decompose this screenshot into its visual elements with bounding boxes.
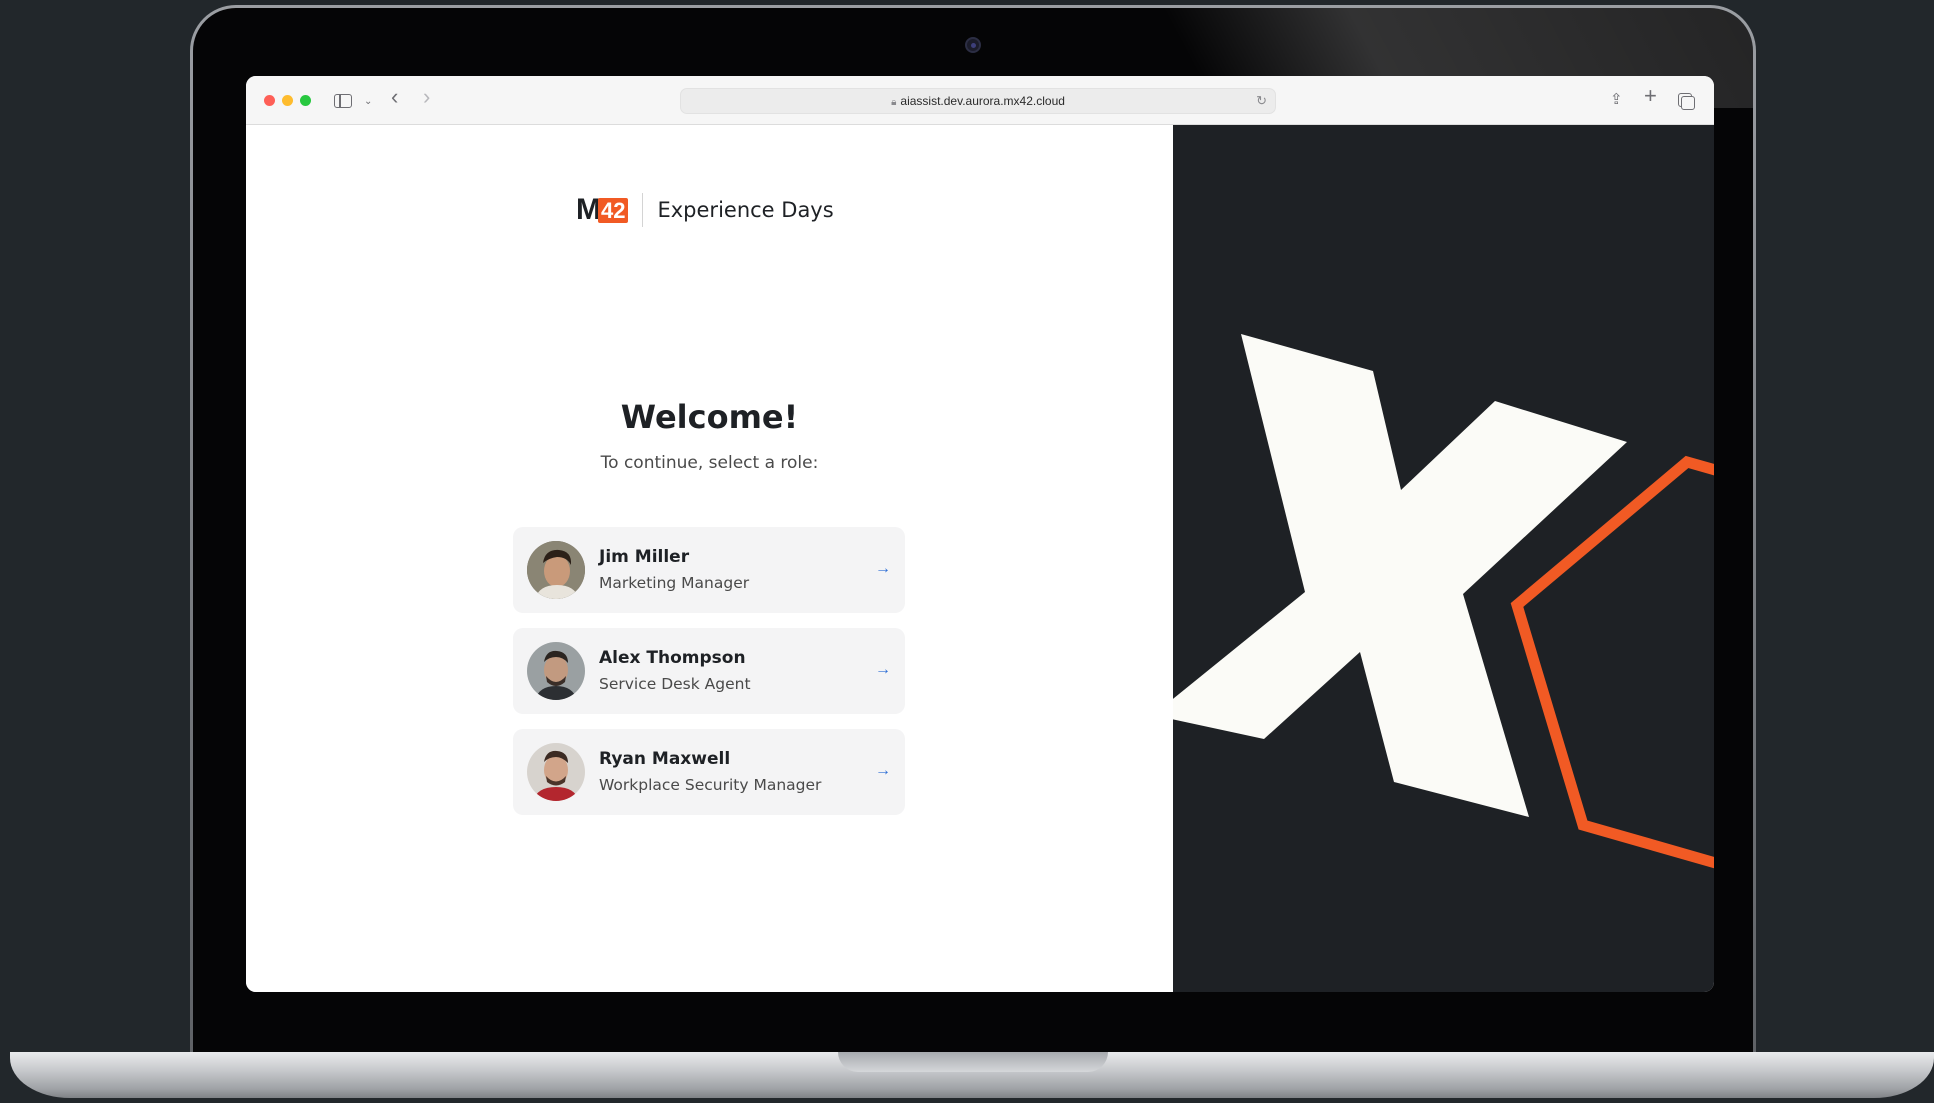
arrow-right-icon: → <box>875 661 891 678</box>
screen-bezel: ⌄ ‹ › 🔒︎ aiassist.dev.aurora.mx42.cloud ↻… <box>193 8 1753 1055</box>
url-text: aiassist.dev.aurora.mx42.cloud <box>900 94 1065 108</box>
welcome-heading: Welcome! <box>620 398 799 436</box>
tab-overview-icon[interactable] <box>1678 93 1695 110</box>
role-card-jim-miller[interactable]: Jim Miller Marketing Manager → <box>513 527 905 613</box>
login-pane: M 42 Experience Days Welcome! To continu… <box>246 125 1173 992</box>
brand-graphic-pane <box>1173 125 1714 992</box>
role-name: Jim Miller <box>599 547 690 567</box>
laptop-opening-notch <box>838 1052 1108 1072</box>
back-button[interactable]: ‹ <box>391 86 398 108</box>
brand-title: Experience Days <box>657 198 834 222</box>
avatar <box>527 541 585 599</box>
welcome-subtitle: To continue, select a role: <box>600 453 819 473</box>
forward-button[interactable]: › <box>423 86 430 108</box>
role-name: Alex Thompson <box>599 648 746 668</box>
avatar <box>527 642 585 700</box>
page-content: M 42 Experience Days Welcome! To continu… <box>246 125 1714 992</box>
role-title: Workplace Security Manager <box>599 776 822 794</box>
close-window-button[interactable] <box>264 95 275 106</box>
arrow-right-icon: → <box>875 560 891 577</box>
sidebar-toggle-icon[interactable] <box>334 94 352 108</box>
browser-window: ⌄ ‹ › 🔒︎ aiassist.dev.aurora.mx42.cloud ↻… <box>246 76 1714 992</box>
zoom-window-button[interactable] <box>300 95 311 106</box>
lock-icon: 🔒︎ <box>891 97 897 108</box>
address-bar[interactable]: 🔒︎ aiassist.dev.aurora.mx42.cloud ↻ <box>680 88 1276 114</box>
arrow-right-icon: → <box>875 762 891 779</box>
new-tab-button[interactable]: + <box>1644 85 1657 107</box>
brand-header: M 42 Experience Days <box>576 193 834 227</box>
logo-42: 42 <box>598 197 629 223</box>
minimize-window-button[interactable] <box>282 95 293 106</box>
avatar <box>527 743 585 801</box>
role-title: Service Desk Agent <box>599 675 751 693</box>
m42-x-graphic <box>1173 334 1714 869</box>
role-name: Ryan Maxwell <box>599 749 731 769</box>
chevron-down-icon[interactable]: ⌄ <box>364 91 372 113</box>
role-card-ryan-maxwell[interactable]: Ryan Maxwell Workplace Security Manager … <box>513 729 905 815</box>
webcam-icon <box>965 37 981 53</box>
reload-icon[interactable]: ↻ <box>1256 89 1267 113</box>
laptop-lid: ⌄ ‹ › 🔒︎ aiassist.dev.aurora.mx42.cloud ↻… <box>190 5 1756 1055</box>
share-icon[interactable]: ⇪ <box>1610 89 1623 111</box>
logo-m: M <box>576 193 601 226</box>
m42-logo: M 42 <box>576 193 629 226</box>
role-title: Marketing Manager <box>599 574 750 592</box>
brand-divider <box>642 193 644 227</box>
browser-toolbar: ⌄ ‹ › 🔒︎ aiassist.dev.aurora.mx42.cloud ↻… <box>246 76 1714 125</box>
role-card-alex-thompson[interactable]: Alex Thompson Service Desk Agent → <box>513 628 905 714</box>
